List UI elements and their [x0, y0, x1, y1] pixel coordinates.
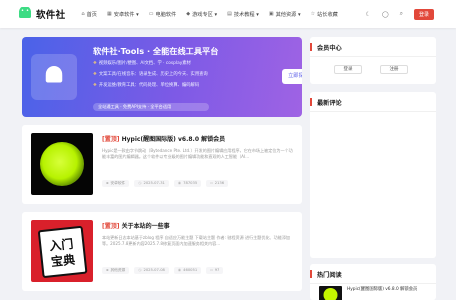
post-date: ◷ 2025-07-08: [134, 267, 169, 274]
login-button[interactable]: 登录: [413, 8, 434, 20]
latest-comments-widget: 最新评论: [310, 92, 436, 258]
member-login-button[interactable]: 登录: [334, 65, 362, 74]
accent-bar: [310, 43, 312, 51]
hero-banner: 软件社·Tools · 全能在线工具平台 ❖ 视频娱乐/图片/梗图、AI文档、学 …: [22, 37, 302, 117]
accent-bar: [310, 270, 312, 278]
hero-line: ❖ 视频娱乐/图片/梗图、AI文档、学 · cosplay素材: [93, 61, 191, 66]
widget-title: 热门阅读: [317, 272, 342, 279]
star-icon: ☆: [310, 11, 316, 17]
post-comments: ▫ 97: [206, 267, 224, 274]
post-card[interactable]: 入门 宝典 [置顶] 关于本站的一些事 本站更新日志本站基于zblog 程序 自…: [22, 212, 302, 291]
nav-item[interactable]: ☆ 站长收藏: [311, 11, 338, 18]
android-logo-icon: [31, 54, 77, 100]
divider: [310, 283, 436, 284]
nav-item-label: 站长收藏: [317, 11, 338, 18]
main-nav: ⌂ 首页 ▦ 安卓软件 ▾ ▭ 电脑软件 ◆ 游戏专区 ▾ ▤ 技术教程 ▾ ▣ 其他资源 ▾ ☆ 站长收…: [81, 11, 347, 18]
post-thumbnail[interactable]: [31, 133, 93, 195]
post-date: ◷ 2025-07-31: [134, 180, 169, 187]
box-icon: ▣: [268, 11, 274, 17]
hero-title: 软件社·Tools · 全能在线工具平台: [93, 46, 219, 56]
nav-item[interactable]: ▭ 电脑软件: [149, 11, 177, 18]
search-icon[interactable]: ⌕: [400, 10, 403, 18]
accent-bar: [310, 98, 312, 106]
divider: [310, 56, 436, 57]
explore-button[interactable]: 立即探索: [282, 69, 302, 84]
hero-line: ❖ 文案工具/在线音乐：语录生成、历史上的今天、实用查询: [93, 72, 208, 77]
nav-item-label: 游戏专区 ▾: [192, 11, 218, 18]
logo-text: 软件社: [36, 10, 66, 21]
eye-icon: ◉: [177, 268, 182, 272]
post-comments: ▫ 2136: [206, 180, 229, 187]
comment-icon: ▫: [210, 181, 213, 185]
post-excerpt: 本站更新日志本站基于zblog 程序 自适应万能主题 下载站主题 作者: 驰程资…: [102, 235, 291, 247]
nav-item-label: 首页: [86, 11, 97, 18]
hero-pill: 全站通工具 · 免费API支持 · 全平台适用: [93, 103, 209, 111]
home-icon: ⌂: [81, 11, 85, 17]
nav-item-label: 安卓软件 ▾: [113, 11, 139, 18]
post-excerpt: Hypic是一款由字节跳动（Bytedance Pte. Ltd.）开发的图片编…: [102, 148, 293, 160]
hot-item-title[interactable]: Hypic(醒图国际版) v6.8.0 解锁会员: [347, 286, 417, 292]
nav-item-label: 技术教程 ▾: [233, 11, 259, 18]
post-meta: ▪ 其他资源 ◷ 2025-07-08 ◉ 460051 ▫ 97: [102, 267, 228, 274]
book-icon: ▤: [227, 11, 232, 17]
moon-icon[interactable]: ☾: [366, 11, 371, 18]
member-register-button[interactable]: 注册: [380, 65, 408, 74]
eye-icon: ◉: [177, 181, 182, 185]
post-thumbnail[interactable]: 入门 宝典: [31, 220, 93, 282]
user-icon: ▪: [106, 181, 109, 185]
post-meta: ▪ 安卓软件 ◷ 2025-07-31 ◉ 787035 ▫ 2136: [102, 180, 233, 187]
comment-icon: ▫: [210, 268, 213, 272]
hot-reads-widget: 热门阅读 Hypic(醒图国际版) v6.8.0 解锁会员: [310, 264, 436, 300]
header-actions: ☾ ◯ ⌕ 登录: [355, 0, 434, 28]
nav-item[interactable]: ▣ 其他资源 ▾: [269, 11, 301, 18]
gamepad-icon: ◆: [186, 11, 191, 17]
divider: [310, 111, 436, 112]
widget-title: 会员中心: [317, 45, 342, 52]
nav-item-label: 电脑软件: [155, 11, 177, 18]
post-category[interactable]: ▪ 其他资源: [102, 267, 130, 274]
grid-icon: ▦: [106, 11, 112, 17]
clock-icon: ◷: [138, 268, 142, 272]
site-logo[interactable]: 软件社: [17, 7, 65, 21]
top-header: 软件社 ⌂ 首页 ▦ 安卓软件 ▾ ▭ 电脑软件 ◆ 游戏专区 ▾ ▤ 技术教程 ▾ ▣ 其他资源 ▾…: [0, 0, 456, 28]
post-title[interactable]: [置顶] Hypic(醒图国际版) v6.8.0 解锁会员: [102, 134, 225, 143]
nav-item[interactable]: ⌂ 首页: [81, 11, 97, 18]
nav-item[interactable]: ◆ 游戏专区 ▾: [186, 11, 217, 18]
nav-item[interactable]: ▦ 安卓软件 ▾: [107, 11, 139, 18]
post-card[interactable]: [置顶] Hypic(醒图国际版) v6.8.0 解锁会员 Hypic是一款由字…: [22, 125, 302, 204]
clock-icon: ◷: [138, 181, 142, 185]
hero-line: ❖ 开发运维/教育工具：代码处理、单位换算、编码解码: [93, 83, 200, 88]
post-views: ◉ 460051: [173, 267, 202, 274]
user-icon: ▪: [106, 268, 109, 272]
widget-title: 最新评论: [317, 100, 342, 107]
svg-text:入门: 入门: [49, 236, 74, 253]
user-icon[interactable]: ◯: [382, 11, 389, 18]
post-views: ◉ 787035: [173, 180, 202, 187]
svg-text:宝典: 宝典: [50, 252, 75, 269]
nav-item[interactable]: ▤ 技术教程 ▾: [227, 11, 259, 18]
nav-item-label: 其他资源 ▾: [275, 11, 301, 18]
member-center-widget: 会员中心 登录 注册: [310, 37, 436, 84]
monitor-icon: ▭: [148, 11, 154, 17]
post-title[interactable]: [置顶] 关于本站的一些事: [102, 221, 170, 230]
hot-item-thumbnail[interactable]: [319, 286, 342, 300]
post-category[interactable]: ▪ 安卓软件: [102, 180, 130, 187]
android-logo-icon: [19, 7, 31, 18]
